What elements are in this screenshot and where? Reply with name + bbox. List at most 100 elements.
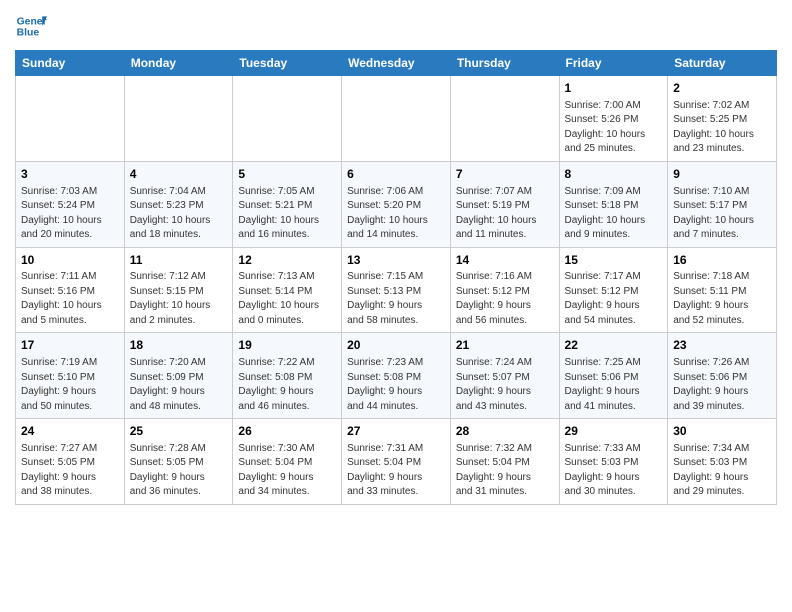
day-number: 15 bbox=[565, 252, 663, 269]
calendar-cell: 17 Sunrise: 7:19 AM Sunset: 5:10 PM Dayli… bbox=[16, 333, 125, 419]
day-number: 27 bbox=[347, 423, 445, 440]
calendar-header-row: SundayMondayTuesdayWednesdayThursdayFrid… bbox=[16, 51, 777, 76]
day-number: 25 bbox=[130, 423, 228, 440]
day-info: Sunrise: 7:04 AM Sunset: 5:23 PM Dayligh… bbox=[130, 185, 228, 243]
day-of-week-header: Tuesday bbox=[233, 51, 342, 76]
day-info: Sunrise: 7:28 AM Sunset: 5:05 PM Dayligh… bbox=[130, 442, 228, 500]
day-info: Sunrise: 7:05 AM Sunset: 5:21 PM Dayligh… bbox=[238, 185, 336, 243]
day-info: Sunrise: 7:02 AM Sunset: 5:25 PM Dayligh… bbox=[673, 99, 771, 157]
day-number: 14 bbox=[456, 252, 554, 269]
day-number: 17 bbox=[21, 337, 119, 354]
calendar-cell bbox=[450, 76, 559, 162]
day-of-week-header: Wednesday bbox=[342, 51, 451, 76]
day-info: Sunrise: 7:09 AM Sunset: 5:18 PM Dayligh… bbox=[565, 185, 663, 243]
day-info: Sunrise: 7:17 AM Sunset: 5:12 PM Dayligh… bbox=[565, 270, 663, 328]
day-number: 2 bbox=[673, 80, 771, 97]
logo-icon: General Blue bbox=[15, 10, 47, 42]
day-number: 8 bbox=[565, 166, 663, 183]
calendar-cell: 8 Sunrise: 7:09 AM Sunset: 5:18 PM Daylig… bbox=[559, 161, 668, 247]
calendar-cell: 28Sunrise: 7:32 AM Sunset: 5:04 PM Dayli… bbox=[450, 419, 559, 505]
day-number: 11 bbox=[130, 252, 228, 269]
calendar-cell: 26Sunrise: 7:30 AM Sunset: 5:04 PM Dayli… bbox=[233, 419, 342, 505]
calendar-week-row: 1 Sunrise: 7:00 AM Sunset: 5:26 PM Daylig… bbox=[16, 76, 777, 162]
day-info: Sunrise: 7:00 AM Sunset: 5:26 PM Dayligh… bbox=[565, 99, 663, 157]
day-number: 1 bbox=[565, 80, 663, 97]
calendar-week-row: 10Sunrise: 7:11 AM Sunset: 5:16 PM Dayli… bbox=[16, 247, 777, 333]
day-number: 29 bbox=[565, 423, 663, 440]
calendar-cell: 22Sunrise: 7:25 AM Sunset: 5:06 PM Dayli… bbox=[559, 333, 668, 419]
day-info: Sunrise: 7:27 AM Sunset: 5:05 PM Dayligh… bbox=[21, 442, 119, 500]
calendar-cell: 23 Sunrise: 7:26 AM Sunset: 5:06 PM Dayli… bbox=[668, 333, 777, 419]
day-number: 20 bbox=[347, 337, 445, 354]
calendar-cell: 25 Sunrise: 7:28 AM Sunset: 5:05 PM Dayli… bbox=[124, 419, 233, 505]
day-info: Sunrise: 7:30 AM Sunset: 5:04 PM Dayligh… bbox=[238, 442, 336, 500]
day-info: Sunrise: 7:06 AM Sunset: 5:20 PM Dayligh… bbox=[347, 185, 445, 243]
page-header: General Blue bbox=[15, 10, 777, 42]
calendar-cell: 20 Sunrise: 7:23 AM Sunset: 5:08 PM Dayli… bbox=[342, 333, 451, 419]
calendar-cell: 6 Sunrise: 7:06 AM Sunset: 5:20 PM Daylig… bbox=[342, 161, 451, 247]
day-info: Sunrise: 7:25 AM Sunset: 5:06 PM Dayligh… bbox=[565, 356, 663, 414]
day-info: Sunrise: 7:22 AM Sunset: 5:08 PM Dayligh… bbox=[238, 356, 336, 414]
day-of-week-header: Thursday bbox=[450, 51, 559, 76]
day-info: Sunrise: 7:23 AM Sunset: 5:08 PM Dayligh… bbox=[347, 356, 445, 414]
calendar-cell: 7Sunrise: 7:07 AM Sunset: 5:19 PM Daylig… bbox=[450, 161, 559, 247]
calendar-cell bbox=[16, 76, 125, 162]
day-info: Sunrise: 7:33 AM Sunset: 5:03 PM Dayligh… bbox=[565, 442, 663, 500]
calendar-cell: 3Sunrise: 7:03 AM Sunset: 5:24 PM Daylig… bbox=[16, 161, 125, 247]
day-of-week-header: Sunday bbox=[16, 51, 125, 76]
day-number: 28 bbox=[456, 423, 554, 440]
calendar-cell: 24Sunrise: 7:27 AM Sunset: 5:05 PM Dayli… bbox=[16, 419, 125, 505]
day-info: Sunrise: 7:24 AM Sunset: 5:07 PM Dayligh… bbox=[456, 356, 554, 414]
calendar-cell: 29 Sunrise: 7:33 AM Sunset: 5:03 PM Dayli… bbox=[559, 419, 668, 505]
day-of-week-header: Saturday bbox=[668, 51, 777, 76]
day-info: Sunrise: 7:26 AM Sunset: 5:06 PM Dayligh… bbox=[673, 356, 771, 414]
day-info: Sunrise: 7:15 AM Sunset: 5:13 PM Dayligh… bbox=[347, 270, 445, 328]
calendar-cell bbox=[342, 76, 451, 162]
calendar-cell: 10Sunrise: 7:11 AM Sunset: 5:16 PM Dayli… bbox=[16, 247, 125, 333]
day-info: Sunrise: 7:19 AM Sunset: 5:10 PM Dayligh… bbox=[21, 356, 119, 414]
day-number: 16 bbox=[673, 252, 771, 269]
calendar-cell: 14Sunrise: 7:16 AM Sunset: 5:12 PM Dayli… bbox=[450, 247, 559, 333]
calendar-week-row: 17 Sunrise: 7:19 AM Sunset: 5:10 PM Dayli… bbox=[16, 333, 777, 419]
day-info: Sunrise: 7:34 AM Sunset: 5:03 PM Dayligh… bbox=[673, 442, 771, 500]
day-number: 12 bbox=[238, 252, 336, 269]
calendar-cell: 4 Sunrise: 7:04 AM Sunset: 5:23 PM Daylig… bbox=[124, 161, 233, 247]
day-number: 5 bbox=[238, 166, 336, 183]
calendar-cell: 5 Sunrise: 7:05 AM Sunset: 5:21 PM Daylig… bbox=[233, 161, 342, 247]
calendar-table: SundayMondayTuesdayWednesdayThursdayFrid… bbox=[15, 50, 777, 505]
calendar-cell bbox=[124, 76, 233, 162]
day-number: 23 bbox=[673, 337, 771, 354]
calendar-cell: 13Sunrise: 7:15 AM Sunset: 5:13 PM Dayli… bbox=[342, 247, 451, 333]
svg-text:Blue: Blue bbox=[17, 28, 40, 39]
logo: General Blue bbox=[15, 10, 47, 42]
calendar-cell: 2 Sunrise: 7:02 AM Sunset: 5:25 PM Daylig… bbox=[668, 76, 777, 162]
calendar-cell: 18Sunrise: 7:20 AM Sunset: 5:09 PM Dayli… bbox=[124, 333, 233, 419]
calendar-cell bbox=[233, 76, 342, 162]
day-info: Sunrise: 7:31 AM Sunset: 5:04 PM Dayligh… bbox=[347, 442, 445, 500]
day-number: 21 bbox=[456, 337, 554, 354]
day-number: 13 bbox=[347, 252, 445, 269]
calendar-cell: 27 Sunrise: 7:31 AM Sunset: 5:04 PM Dayli… bbox=[342, 419, 451, 505]
calendar-cell: 11Sunrise: 7:12 AM Sunset: 5:15 PM Dayli… bbox=[124, 247, 233, 333]
calendar-week-row: 24Sunrise: 7:27 AM Sunset: 5:05 PM Dayli… bbox=[16, 419, 777, 505]
calendar-cell: 1 Sunrise: 7:00 AM Sunset: 5:26 PM Daylig… bbox=[559, 76, 668, 162]
calendar-week-row: 3Sunrise: 7:03 AM Sunset: 5:24 PM Daylig… bbox=[16, 161, 777, 247]
day-number: 18 bbox=[130, 337, 228, 354]
day-number: 6 bbox=[347, 166, 445, 183]
day-info: Sunrise: 7:07 AM Sunset: 5:19 PM Dayligh… bbox=[456, 185, 554, 243]
calendar-cell: 21 Sunrise: 7:24 AM Sunset: 5:07 PM Dayli… bbox=[450, 333, 559, 419]
day-number: 4 bbox=[130, 166, 228, 183]
day-number: 30 bbox=[673, 423, 771, 440]
day-number: 19 bbox=[238, 337, 336, 354]
day-info: Sunrise: 7:10 AM Sunset: 5:17 PM Dayligh… bbox=[673, 185, 771, 243]
day-info: Sunrise: 7:12 AM Sunset: 5:15 PM Dayligh… bbox=[130, 270, 228, 328]
day-number: 10 bbox=[21, 252, 119, 269]
day-of-week-header: Friday bbox=[559, 51, 668, 76]
calendar-cell: 30 Sunrise: 7:34 AM Sunset: 5:03 PM Dayli… bbox=[668, 419, 777, 505]
calendar-cell: 16Sunrise: 7:18 AM Sunset: 5:11 PM Dayli… bbox=[668, 247, 777, 333]
day-info: Sunrise: 7:16 AM Sunset: 5:12 PM Dayligh… bbox=[456, 270, 554, 328]
calendar-cell: 9Sunrise: 7:10 AM Sunset: 5:17 PM Daylig… bbox=[668, 161, 777, 247]
day-number: 3 bbox=[21, 166, 119, 183]
day-of-week-header: Monday bbox=[124, 51, 233, 76]
calendar-cell: 15Sunrise: 7:17 AM Sunset: 5:12 PM Dayli… bbox=[559, 247, 668, 333]
